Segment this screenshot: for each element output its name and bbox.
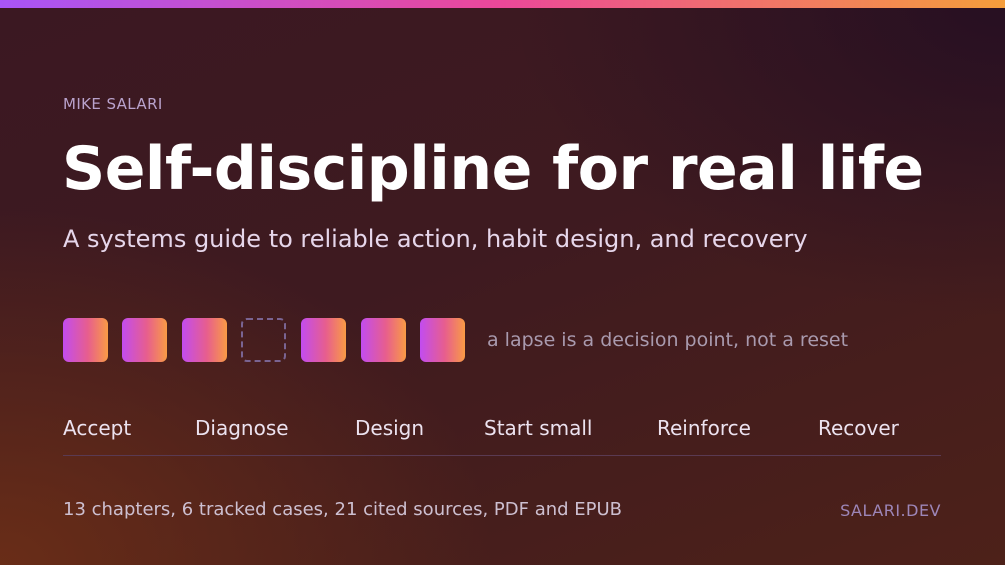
streak-day-done	[182, 318, 227, 362]
streak-day-done	[361, 318, 406, 362]
divider	[63, 455, 941, 456]
streak-day-done	[420, 318, 465, 362]
step-recover: Recover	[818, 416, 899, 440]
step-reinforce: Reinforce	[657, 416, 751, 440]
step-diagnose: Diagnose	[195, 416, 289, 440]
book-title: Self-discipline for real life	[62, 134, 924, 204]
author-name: MIKE SALARI	[63, 95, 163, 113]
step-accept: Accept	[63, 416, 132, 440]
streak-day-done	[63, 318, 108, 362]
accent-bar	[0, 0, 1005, 8]
book-details: 13 chapters, 6 tracked cases, 21 cited s…	[63, 499, 623, 520]
step-design: Design	[355, 416, 425, 440]
streak-day-done	[301, 318, 346, 362]
site-url[interactable]: SALARI.DEV	[840, 500, 941, 522]
streak-day-done	[122, 318, 167, 362]
streak-day-missed	[241, 318, 286, 362]
cover-card: MIKE SALARI Self-discipline for real lif…	[0, 0, 1005, 565]
step-start-small: Start small	[484, 416, 593, 440]
book-subtitle: A systems guide to reliable action, habi…	[63, 225, 808, 253]
lapse-note: a lapse is a decision point, not a reset	[487, 329, 849, 351]
